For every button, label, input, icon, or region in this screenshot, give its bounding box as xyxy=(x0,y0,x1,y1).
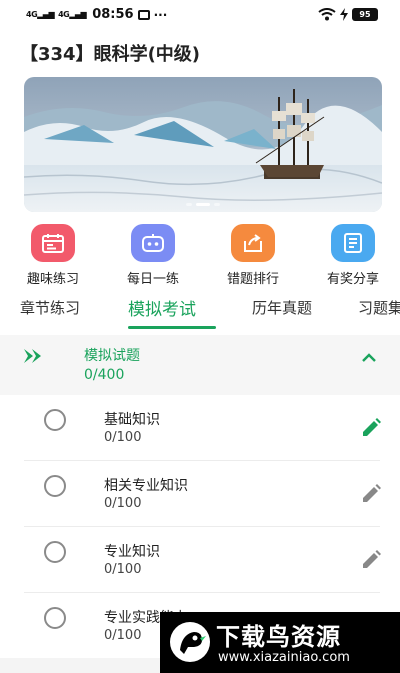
banner-dot-active xyxy=(196,203,210,206)
chapter-progress: 0/100 xyxy=(104,496,142,511)
tab-question-set[interactable]: 习题集 xyxy=(358,297,400,318)
chapter-name: 专业知识 xyxy=(104,544,160,560)
tab-past-exams[interactable]: 历年真题 xyxy=(252,297,312,318)
quick-item-reward-share[interactable]: 有奖分享 xyxy=(313,224,393,287)
radio-button[interactable] xyxy=(44,409,66,431)
pencil-icon[interactable] xyxy=(360,549,382,571)
section-count: 0/400 xyxy=(84,367,125,383)
wifi-icon xyxy=(318,8,336,21)
double-chevron-icon xyxy=(24,349,41,363)
robot-icon xyxy=(131,224,175,262)
tab-chapter-practice[interactable]: 章节练习 xyxy=(20,297,80,318)
status-right: 95 xyxy=(318,8,378,21)
chapter-progress: 0/100 xyxy=(104,628,142,643)
chapter-progress: 0/100 xyxy=(104,430,142,445)
quick-item-fun-practice[interactable]: 趣味练习 xyxy=(13,224,93,287)
status-left: 4G▂▄▆ 4G▂▄▆ 08:56 ··· xyxy=(26,7,167,22)
watermark-title: 下载鸟资源 xyxy=(216,623,341,651)
chapter-progress: 0/100 xyxy=(104,562,142,577)
section-title: 模拟试题 xyxy=(84,348,140,364)
watermark-url: www.xiazainiao.com xyxy=(218,650,350,665)
calendar-icon xyxy=(31,224,75,262)
chevron-up-icon[interactable] xyxy=(362,353,376,363)
banner-indicator xyxy=(186,203,220,206)
quick-item-daily-practice[interactable]: 每日一练 xyxy=(113,224,193,287)
radio-button[interactable] xyxy=(44,541,66,563)
share-box-icon xyxy=(231,224,275,262)
quick-item-label: 趣味练习 xyxy=(26,272,79,287)
chapter-item-basic[interactable]: 基础知识 0/100 xyxy=(0,395,400,461)
watermark: 下载鸟资源 www.xiazainiao.com xyxy=(160,612,400,673)
page-title: 【334】眼科学(中级) xyxy=(20,44,201,65)
tab-mock-exam[interactable]: 模拟考试 xyxy=(128,295,196,320)
more-dots: ··· xyxy=(153,7,168,22)
radio-button[interactable] xyxy=(44,607,66,629)
quick-item-label: 每日一练 xyxy=(126,272,179,287)
book-icon xyxy=(331,224,375,262)
quick-item-label: 错题排行 xyxy=(226,272,279,287)
chapter-item-professional[interactable]: 专业知识 0/100 xyxy=(0,527,400,593)
pencil-icon[interactable] xyxy=(360,417,382,439)
battery-icon: 95 xyxy=(352,8,378,21)
pencil-icon[interactable] xyxy=(360,483,382,505)
bottom-nav-partial xyxy=(0,658,160,673)
quick-item-mistake-rank[interactable]: 错题排行 xyxy=(213,224,293,287)
section-header[interactable]: 模拟试题 0/400 xyxy=(0,335,400,395)
radio-button[interactable] xyxy=(44,475,66,497)
quick-item-label: 有奖分享 xyxy=(326,272,379,287)
banner-image xyxy=(24,77,382,212)
chapter-item-related[interactable]: 相关专业知识 0/100 xyxy=(0,461,400,527)
banner-dot xyxy=(186,203,192,206)
chapter-name: 基础知识 xyxy=(104,412,160,428)
charging-icon xyxy=(340,8,348,21)
message-icon xyxy=(137,9,150,20)
chapter-name: 相关专业知识 xyxy=(104,478,188,494)
signal-icon-1: 4G▂▄▆ xyxy=(26,10,55,19)
status-bar: 4G▂▄▆ 4G▂▄▆ 08:56 ··· 95 xyxy=(0,0,400,30)
quick-menu: 趣味练习 每日一练 错题排行 有奖分享 xyxy=(0,224,400,288)
status-time: 08:56 xyxy=(92,7,134,22)
signal-icon-2: 4G▂▄▆ xyxy=(58,10,87,19)
bird-logo-icon xyxy=(170,622,210,662)
tab-bar: 章节练习 模拟考试 历年真题 习题集 xyxy=(0,293,400,331)
banner-dot xyxy=(214,203,220,206)
banner-carousel[interactable] xyxy=(24,77,382,212)
tab-active-indicator xyxy=(128,326,216,329)
